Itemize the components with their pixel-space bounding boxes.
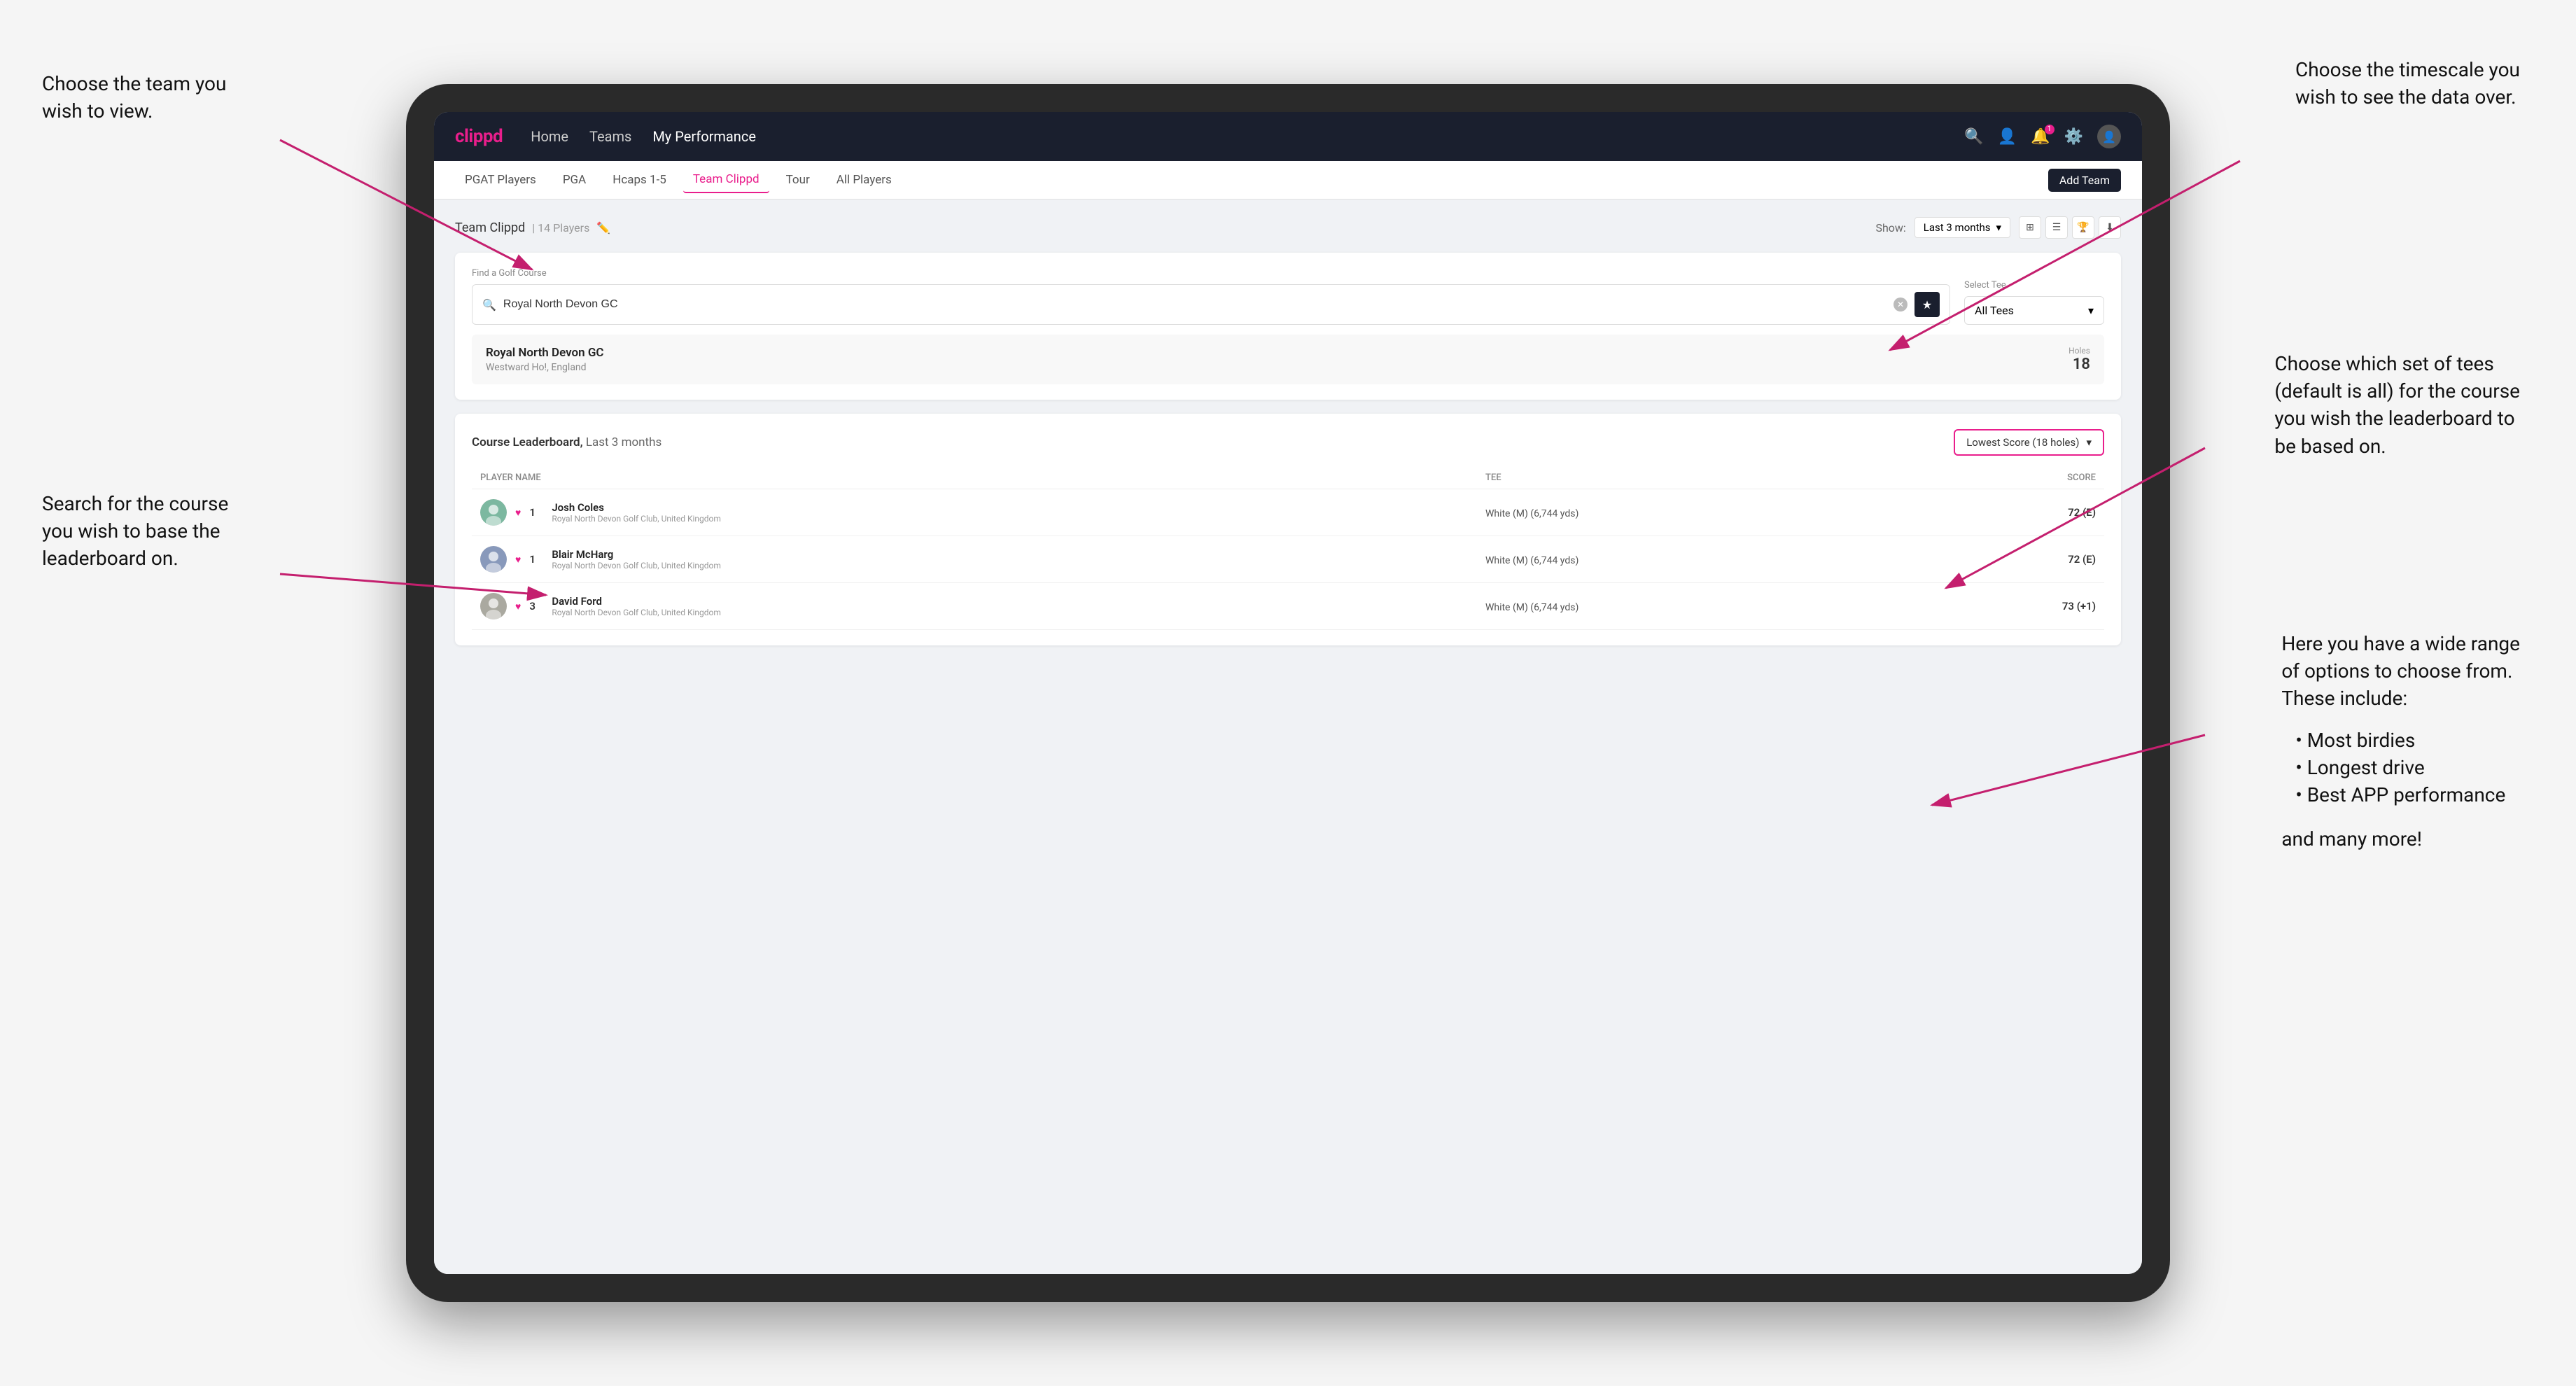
nav-teams[interactable]: Teams [589, 128, 631, 145]
tablet-frame: clippd Home Teams My Performance 🔍 👤 🔔 1… [406, 84, 2170, 1302]
holes-number: 18 [2068, 356, 2090, 373]
player-score-1: 72 (E) [1915, 553, 2096, 566]
player-avatar-2 [480, 593, 507, 620]
find-course-label: Find a Golf Course [472, 268, 1950, 279]
table-row: ♥ 3 David Ford Royal North Devon Golf Cl… [472, 583, 2104, 630]
holes-label: Holes [2068, 346, 2090, 356]
holes-badge: Holes 18 [2068, 346, 2090, 373]
chevron-down-icon: ▾ [2088, 304, 2094, 317]
course-location: Westward Ho!, England [486, 362, 604, 373]
tee-selector-section: Select Tee All Tees ▾ [1964, 280, 2104, 325]
team-name: Team Clippd [455, 220, 525, 235]
select-tee-label: Select Tee [1964, 280, 2104, 290]
search-icon-button[interactable]: 🔍 [1964, 128, 1983, 146]
favorite-heart-1[interactable]: ♥ [515, 554, 521, 566]
player-rank-2: 3 [529, 600, 543, 612]
favorite-heart-2[interactable]: ♥ [515, 601, 521, 612]
table-row: ♥ 1 Blair McHarg Royal North Devon Golf … [472, 536, 2104, 583]
player-avatar-1 [480, 546, 507, 573]
tee-column: TEE [1477, 467, 1907, 489]
timescale-dropdown[interactable]: Last 3 months ▾ [1914, 217, 2010, 238]
leaderboard-header: Course Leaderboard, Last 3 months Lowest… [472, 429, 2104, 456]
team-header: Team Clippd | 14 Players ✏️ Show: Last 3… [455, 216, 2121, 239]
player-club-1: Royal North Devon Golf Club, United King… [552, 561, 721, 570]
nav-links: Home Teams My Performance [531, 128, 1964, 145]
annotation-top-right: Choose the timescale you wish to see the… [2295, 56, 2520, 111]
player-avatar-0 [480, 499, 507, 526]
player-tee-0: White (M) (6,744 yds) [1485, 508, 1578, 519]
subnav-pgat[interactable]: PGAT Players [455, 167, 546, 192]
grid-view-button[interactable]: ⊞ [2019, 216, 2041, 239]
nav-home[interactable]: Home [531, 128, 568, 145]
chevron-down-icon: ▾ [2086, 436, 2092, 449]
show-controls: Show: Last 3 months ▾ ⊞ ☰ 🏆 ⬇ [1875, 216, 2121, 239]
course-search-card: Find a Golf Course 🔍 ✕ ★ Select Tee All … [455, 253, 2121, 400]
leaderboard-title: Course Leaderboard, Last 3 months [472, 435, 662, 449]
annotation-bottom-right: Here you have a wide range of options to… [2281, 630, 2520, 853]
player-tee-1: White (M) (6,744 yds) [1485, 555, 1578, 566]
score-type-dropdown[interactable]: Lowest Score (18 holes) ▾ [1954, 429, 2104, 456]
trophy-view-button[interactable]: 🏆 [2072, 216, 2094, 239]
annotation-middle-right: Choose which set of tees (default is all… [2274, 350, 2520, 460]
player-count: | 14 Players [532, 221, 589, 234]
player-tee-2: White (M) (6,744 yds) [1485, 602, 1578, 613]
annotation-middle-left: Search for the course you wish to base t… [42, 490, 228, 573]
show-label: Show: [1875, 221, 1905, 234]
download-button[interactable]: ⬇ [2099, 216, 2121, 239]
score-column: SCORE [1907, 467, 2104, 489]
clear-search-button[interactable]: ✕ [1893, 298, 1907, 312]
course-info: Royal North Devon GC Westward Ho!, Engla… [486, 346, 604, 373]
annotation-top-left: Choose the team you wish to view. [42, 70, 226, 125]
notifications-icon-button[interactable]: 🔔 1 [2031, 128, 2050, 146]
add-team-button[interactable]: Add Team [2048, 169, 2121, 192]
notification-badge: 1 [2045, 125, 2054, 134]
table-row: ♥ 1 Josh Coles Royal North Devon Golf Cl… [472, 489, 2104, 536]
main-content: Team Clippd | 14 Players ✏️ Show: Last 3… [434, 200, 2142, 1274]
tablet-screen: clippd Home Teams My Performance 🔍 👤 🔔 1… [434, 112, 2142, 1274]
player-name-2: David Ford [552, 595, 721, 608]
leaderboard-table: PLAYER NAME TEE SCORE [472, 467, 2104, 630]
settings-icon-button[interactable]: ⚙️ [2064, 128, 2083, 146]
user-avatar-button[interactable]: 👤 [2097, 125, 2121, 148]
player-club-0: Royal North Devon Golf Club, United King… [552, 514, 721, 524]
course-search-input[interactable] [503, 298, 1886, 311]
player-score-2: 73 (+1) [1915, 600, 2096, 612]
top-navigation: clippd Home Teams My Performance 🔍 👤 🔔 1… [434, 112, 2142, 161]
favorite-heart-0[interactable]: ♥ [515, 507, 521, 519]
player-rank-0: 1 [529, 506, 543, 519]
favorite-button[interactable]: ★ [1914, 292, 1940, 317]
team-title-area: Team Clippd | 14 Players ✏️ [455, 220, 610, 235]
course-result-row: Royal North Devon GC Westward Ho!, Engla… [472, 335, 2104, 384]
subnav-pga[interactable]: PGA [553, 167, 596, 192]
player-rank-1: 1 [529, 553, 543, 566]
tee-dropdown[interactable]: All Tees ▾ [1964, 296, 2104, 325]
view-toggle-group: ⊞ ☰ 🏆 ⬇ [2019, 216, 2121, 239]
nav-icons: 🔍 👤 🔔 1 ⚙️ 👤 [1964, 125, 2121, 148]
subnav-all-players[interactable]: All Players [827, 167, 902, 192]
list-view-button[interactable]: ☰ [2045, 216, 2068, 239]
player-club-2: Royal North Devon Golf Club, United King… [552, 608, 721, 617]
player-info-1: Blair McHarg Royal North Devon Golf Club… [552, 548, 721, 570]
player-name-1: Blair McHarg [552, 548, 721, 561]
sub-navigation: PGAT Players PGA Hcaps 1-5 Team Clippd T… [434, 161, 2142, 200]
users-icon-button[interactable]: 👤 [1998, 128, 2017, 146]
nav-my-performance[interactable]: My Performance [652, 128, 756, 145]
subnav-team-clippd[interactable]: Team Clippd [683, 167, 769, 193]
chevron-down-icon: ▾ [1996, 221, 2001, 234]
player-info-0: Josh Coles Royal North Devon Golf Club, … [552, 501, 721, 524]
player-score-0: 72 (E) [1915, 506, 2096, 519]
player-name-0: Josh Coles [552, 501, 721, 514]
course-search-box[interactable]: 🔍 ✕ ★ [472, 284, 1950, 325]
subnav-hcaps[interactable]: Hcaps 1-5 [603, 167, 676, 192]
course-name: Royal North Devon GC [486, 346, 604, 360]
player-name-column: PLAYER NAME [472, 467, 1477, 489]
search-icon: 🔍 [482, 298, 496, 312]
edit-team-icon[interactable]: ✏️ [596, 221, 610, 234]
leaderboard-card: Course Leaderboard, Last 3 months Lowest… [455, 414, 2121, 645]
subnav-tour[interactable]: Tour [776, 167, 820, 192]
player-info-2: David Ford Royal North Devon Golf Club, … [552, 595, 721, 617]
app-logo: clippd [455, 126, 503, 147]
